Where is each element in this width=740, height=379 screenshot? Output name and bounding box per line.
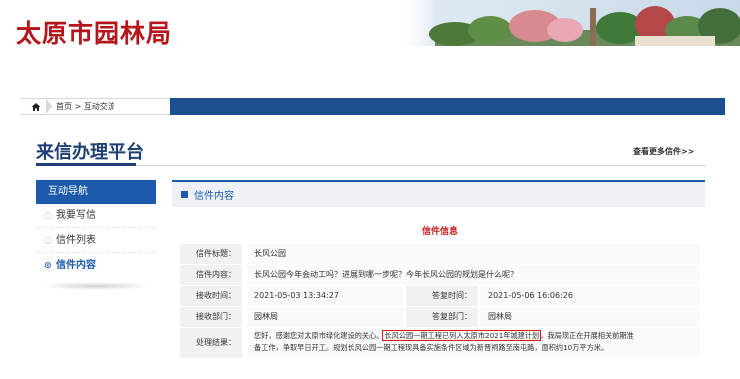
- sidebar-item-letter-content[interactable]: ⊙ 信件内容: [36, 254, 156, 278]
- result-value: 您好，感谢您对太原市绿化建设的关心。长风公园一期工程已列入太原市2021年城建计…: [248, 328, 700, 358]
- field-value: 园林局: [480, 307, 700, 327]
- square-bullet-icon: [181, 191, 188, 198]
- result-line-1: 您好，感谢您对太原市绿化建设的关心。长风公园一期工程已列入太原市2021年城建计…: [254, 330, 696, 342]
- field-label: 接收时间：: [180, 286, 242, 306]
- breadcrumb-sep: >: [74, 102, 82, 111]
- field-label: 处理结果：: [180, 328, 242, 358]
- circle-bullet-icon: ○: [44, 236, 52, 246]
- sidebar-item-write-letter[interactable]: ○ 我要写信: [36, 204, 156, 228]
- breadcrumb-home-link[interactable]: 首页: [56, 102, 72, 111]
- table-row-times: 接收时间： 2021-05-03 13:34:27 答复时间： 2021-05-…: [180, 286, 700, 307]
- field-value: 长风公园今年会动工吗？进展到哪一步呢？今年长风公园的规划是什么呢？: [248, 265, 700, 285]
- table-row-result: 处理结果： 您好，感谢您对太原市绿化建设的关心。长风公园一期工程已列入太原市20…: [180, 328, 700, 359]
- highlighted-text-box: 长风公园一期工程已列入太原市2021年城建计划: [382, 330, 542, 341]
- field-value: 2021-05-06 16:06:26: [480, 286, 700, 306]
- field-label: 接收部门：: [180, 307, 242, 327]
- sidebar-header: 互动导航: [36, 180, 156, 204]
- header-banner-image: [395, 0, 740, 46]
- field-label: 信件内容：: [180, 265, 242, 285]
- home-icon[interactable]: [24, 98, 48, 115]
- sidebar-item-label: 信件列表: [56, 235, 96, 246]
- page-title: 来信办理平台: [36, 142, 144, 163]
- breadcrumb-interaction-link[interactable]: 互动交流: [84, 102, 116, 111]
- field-value: 园林局: [248, 307, 404, 327]
- site-title: 太原市园林局: [16, 19, 173, 48]
- field-label: 答复时间：: [406, 286, 478, 306]
- breadcrumb-current-arrow: [114, 98, 122, 114]
- content-panel-title: 信件内容: [194, 191, 234, 202]
- title-underline: [36, 163, 136, 166]
- title-divider: [36, 165, 706, 166]
- sidebar-item-letter-list[interactable]: ○ 信件列表: [36, 229, 156, 253]
- table-row-departments: 接收部门： 园林局 答复部门： 园林局: [180, 307, 700, 328]
- table-row-subject: 信件标题： 长风公园: [180, 244, 700, 265]
- field-value: 2021-05-03 13:34:27: [248, 286, 404, 306]
- table-row-content: 信件内容： 长风公园今年会动工吗？进展到哪一步呢？今年长风公园的规划是什么呢？: [180, 265, 700, 286]
- breadcrumb-separator-arrow: [46, 98, 52, 114]
- selected-circle-icon: ⊙: [44, 261, 52, 271]
- breadcrumb-current: 信件内容: [133, 102, 165, 111]
- more-letters-link[interactable]: 查看更多信件>>: [633, 146, 694, 157]
- sidebar-item-label: 信件内容: [56, 260, 96, 271]
- result-text-part2: ，我局现正在开展相关前期准: [540, 331, 634, 340]
- section-title: 信件信息: [421, 227, 458, 237]
- sidebar-shadow: [40, 282, 152, 290]
- sidebar-item-label: 我要写信: [56, 210, 96, 221]
- result-line-2: 备工作，争取早日开工。规划长风公园一期工程现具备实施条件区域为新晋祠路至南屯路，…: [254, 343, 609, 352]
- result-text-part1: 您好，感谢您对太原市绿化建设的关心。: [254, 331, 384, 340]
- circle-bullet-icon: ○: [44, 211, 52, 221]
- field-label: 答复部门：: [406, 307, 478, 327]
- field-value: 长风公园: [248, 244, 700, 264]
- field-label: 信件标题：: [180, 244, 242, 264]
- breadcrumb-links: 首页 > 互动交流: [56, 101, 116, 112]
- content-panel-header: 信件内容: [172, 180, 705, 207]
